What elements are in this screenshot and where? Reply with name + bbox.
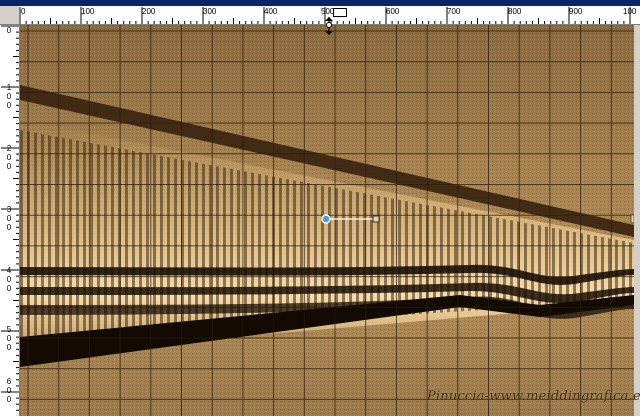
ruler-h-label: 100 <box>81 7 95 16</box>
ruler-v-label: 600 <box>6 377 12 404</box>
rotation-handle-icon[interactable] <box>323 16 335 36</box>
deform-handles <box>321 214 634 224</box>
ruler-v-label: 100 <box>6 83 12 110</box>
ruler-v-label: 400 <box>6 266 12 293</box>
ruler-v-label: 500 <box>6 325 12 352</box>
ruler-h-label: 300 <box>203 7 217 16</box>
vertical-ruler: 0 100 200 300 400 500 600 <box>0 25 20 416</box>
ruler-h-label: 700 <box>447 7 461 16</box>
ruler-h-label: 800 <box>508 7 522 16</box>
ruler-h-label: 200 <box>142 7 156 16</box>
watermark-text: Pinuccia-www.meiddingrafica.eu <box>427 389 640 404</box>
pick-handle-icon[interactable] <box>372 215 380 223</box>
ruler-v-label: 0 <box>6 26 12 35</box>
vertical-scrollbar[interactable] <box>634 25 640 416</box>
ruler-v-label: 200 <box>6 144 12 171</box>
ruler-h-label: 100 <box>623 7 637 16</box>
ruler-h-label: 400 <box>264 7 278 16</box>
ruler-corner <box>0 6 20 25</box>
rotation-center-icon[interactable] <box>321 214 331 224</box>
ruler-h-label: 900 <box>569 7 583 16</box>
ruler-v-label: 300 <box>6 205 12 232</box>
ruler-marker-icon[interactable] <box>333 8 347 17</box>
image-canvas[interactable] <box>20 25 634 416</box>
ruler-h-label: 0 <box>21 7 26 16</box>
ruler-h-label: 600 <box>386 7 400 16</box>
